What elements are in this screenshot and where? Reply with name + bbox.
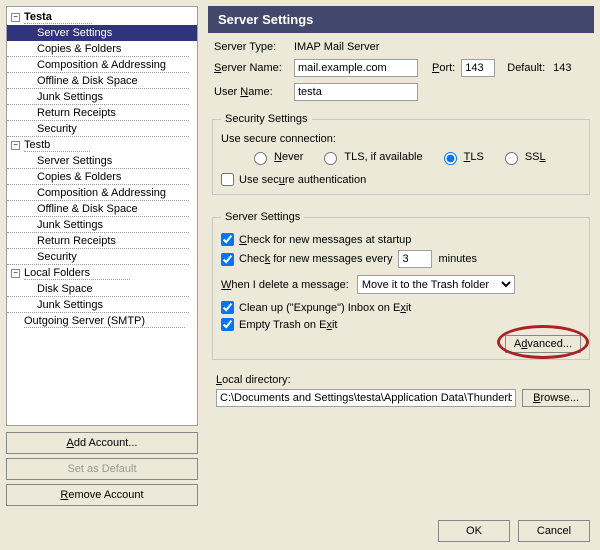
tree-item[interactable]: Junk Settings (7, 297, 189, 313)
check-every-suffix: minutes (438, 253, 477, 265)
empty-trash-checkbox[interactable] (221, 318, 234, 331)
check-startup-checkbox[interactable] (221, 233, 234, 246)
tree-item[interactable]: Return Receipts (7, 233, 189, 249)
tree-item[interactable]: Disk Space (7, 281, 189, 297)
radio-never[interactable]: Never (249, 149, 303, 165)
port-input[interactable] (461, 59, 495, 77)
cleanup-label: Clean up ("Expunge") Inbox on Exit (239, 302, 411, 314)
expander-icon[interactable]: − (11, 269, 20, 278)
tree-item[interactable]: Copies & Folders (7, 41, 189, 57)
tree-outgoing[interactable]: Outgoing Server (SMTP) (7, 313, 197, 329)
local-directory-input[interactable] (216, 389, 516, 407)
cleanup-checkbox[interactable] (221, 301, 234, 314)
server-name-input[interactable] (294, 59, 418, 77)
accounts-tree[interactable]: −TestaServer SettingsCopies & FoldersCom… (6, 6, 198, 426)
tree-item[interactable]: Server Settings (7, 25, 197, 41)
server-name-label: Server Name: (214, 62, 294, 74)
default-label: Default: (507, 62, 545, 74)
username-label: User Name: (214, 86, 294, 98)
radio-tls-if-available[interactable]: TLS, if available (319, 149, 422, 165)
local-directory-section: Local directory: Browse... (216, 374, 590, 407)
secure-connection-label: Use secure connection: (221, 133, 581, 145)
tree-account[interactable]: −Testb (7, 137, 197, 153)
empty-trash-label: Empty Trash on Exit (239, 319, 337, 331)
remove-account-button[interactable]: Remove Account (6, 484, 198, 506)
tree-account[interactable]: −Testa (7, 9, 197, 25)
ok-button[interactable]: OK (438, 520, 510, 542)
tree-item[interactable]: Composition & Addressing (7, 57, 189, 73)
secure-auth-label: Use secure authentication (239, 174, 366, 186)
radio-tls[interactable]: TLS (439, 149, 484, 165)
tree-item[interactable]: Junk Settings (7, 89, 189, 105)
tree-item[interactable]: Copies & Folders (7, 169, 189, 185)
tree-item[interactable]: Security (7, 121, 189, 137)
panel-title: Server Settings (208, 6, 594, 33)
local-directory-label: Local directory: (216, 374, 590, 386)
sidebar: −TestaServer SettingsCopies & FoldersCom… (6, 6, 198, 510)
set-default-button[interactable]: Set as Default (6, 458, 198, 480)
advanced-button[interactable]: Advanced... (505, 335, 581, 353)
server-type-value: IMAP Mail Server (294, 41, 379, 53)
sidebar-buttons: Add Account... Set as Default Remove Acc… (6, 432, 198, 510)
main-container: −TestaServer SettingsCopies & FoldersCom… (0, 0, 600, 516)
tree-item[interactable]: Server Settings (7, 153, 189, 169)
tree-item[interactable]: Security (7, 249, 189, 265)
server-legend: Server Settings (221, 211, 304, 223)
default-value: 143 (553, 62, 571, 74)
check-startup-label: Check for new messages at startup (239, 234, 411, 246)
security-settings-group: Security Settings Use secure connection:… (212, 113, 590, 195)
check-every-checkbox[interactable] (221, 253, 234, 266)
tree-item[interactable]: Offline & Disk Space (7, 201, 189, 217)
server-settings-group: Server Settings Check for new messages a… (212, 211, 590, 360)
expander-icon[interactable]: − (11, 141, 20, 150)
tree-item[interactable]: Offline & Disk Space (7, 73, 189, 89)
cancel-button[interactable]: Cancel (518, 520, 590, 542)
browse-button[interactable]: Browse... (522, 389, 590, 407)
dialog-buttons: OK Cancel (438, 520, 590, 542)
check-every-input[interactable] (398, 250, 432, 268)
server-type-label: Server Type: (214, 41, 294, 53)
delete-action-select[interactable]: Move it to the Trash folder (357, 275, 515, 294)
tree-item[interactable]: Return Receipts (7, 105, 189, 121)
port-label: Port: (432, 62, 455, 74)
delete-label: When I delete a message: (221, 279, 349, 291)
expander-icon[interactable]: − (11, 13, 20, 22)
tree-account[interactable]: −Local Folders (7, 265, 197, 281)
content-panel: Server Settings Server Type: IMAP Mail S… (198, 6, 594, 510)
radio-ssl[interactable]: SSL (500, 149, 546, 165)
secure-auth-checkbox[interactable] (221, 173, 234, 186)
username-input[interactable] (294, 83, 418, 101)
security-legend: Security Settings (221, 113, 312, 125)
check-every-prefix: Check for new messages every (239, 253, 392, 265)
tree-item[interactable]: Composition & Addressing (7, 185, 189, 201)
add-account-button[interactable]: Add Account... (6, 432, 198, 454)
tree-item[interactable]: Junk Settings (7, 217, 189, 233)
